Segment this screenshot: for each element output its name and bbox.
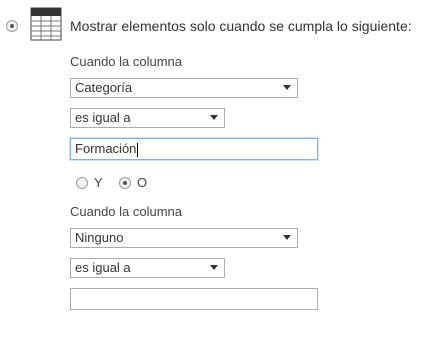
and-radio[interactable]	[76, 177, 88, 189]
dropdown-arrow-icon	[283, 235, 291, 240]
show-filtered-items-radio[interactable]	[6, 20, 18, 32]
filter2-column-value: Ninguno	[75, 230, 124, 245]
filter1-value-text: Formación	[75, 141, 137, 156]
filter-heading: Mostrar elementos solo cuando se cumpla …	[70, 18, 412, 34]
filter1-operator-select[interactable]: es igual a	[70, 108, 225, 128]
or-radio[interactable]	[119, 177, 131, 189]
filter2-operator-select[interactable]: es igual a	[70, 258, 225, 278]
filter2-column-select[interactable]: Ninguno	[70, 228, 298, 248]
filter2-value-input[interactable]	[70, 288, 318, 310]
dropdown-arrow-icon	[283, 85, 291, 90]
filter1-column-select[interactable]: Categoría	[70, 78, 298, 98]
or-radio-label: O	[137, 175, 148, 190]
dropdown-arrow-icon	[210, 265, 218, 270]
text-caret	[137, 142, 139, 157]
filter1-column-value: Categoría	[75, 80, 133, 95]
filter1-value-input[interactable]: Formación	[70, 138, 318, 160]
filter-table-icon	[30, 7, 62, 41]
and-radio-label: Y	[94, 175, 103, 190]
filter2-column-label: Cuando la columna	[70, 204, 183, 219]
filter1-column-label: Cuando la columna	[70, 54, 183, 69]
dropdown-arrow-icon	[210, 115, 218, 120]
radio-selected-dot	[10, 24, 14, 28]
filter1-operator-value: es igual a	[75, 110, 131, 125]
filter2-operator-value: es igual a	[75, 260, 131, 275]
radio-selected-dot	[123, 181, 127, 185]
